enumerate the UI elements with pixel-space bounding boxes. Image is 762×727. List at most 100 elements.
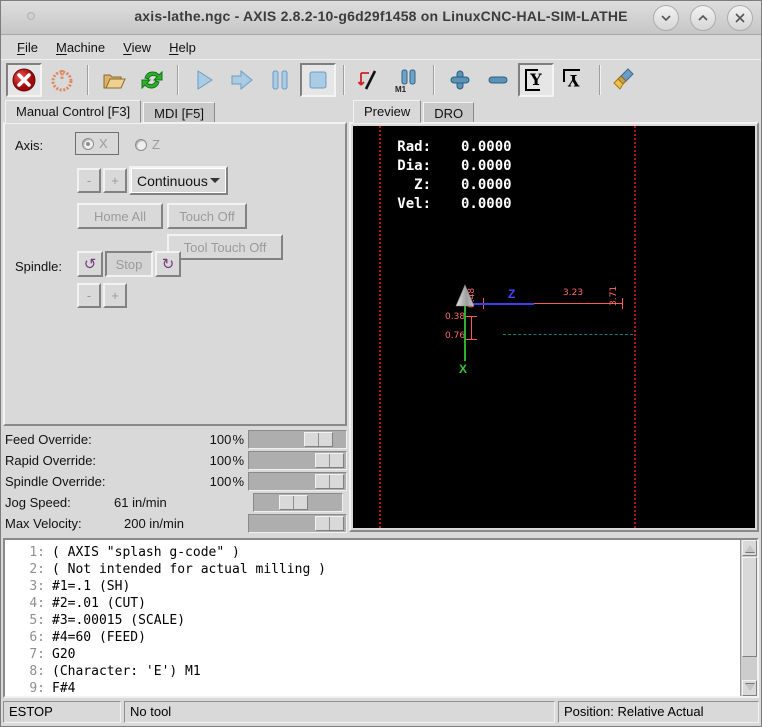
jog-minus-button[interactable]: - <box>77 168 101 193</box>
reload-file-button[interactable] <box>134 63 170 97</box>
gcode-line[interactable]: 2:( Not intended for actual milling ) <box>5 561 757 578</box>
reload-file-icon <box>139 67 165 93</box>
gcode-line[interactable]: 1:( AXIS "splash g-code" ) <box>5 544 757 561</box>
spindle-forward-button[interactable]: ↻ <box>155 251 181 277</box>
view-y-button[interactable]: Y <box>518 63 554 97</box>
toggle-skip-lines-button[interactable] <box>352 63 388 97</box>
menu-help[interactable]: Help <box>161 37 204 58</box>
close-button[interactable] <box>727 5 753 31</box>
slider-handle[interactable] <box>304 432 333 447</box>
status-position: Position: Relative Actual <box>558 701 759 723</box>
gcode-line[interactable]: 9:F#4 <box>5 680 757 697</box>
spindle-override-slider[interactable] <box>248 472 347 491</box>
preview-canvas[interactable]: Rad:0.0000 Dia:0.0000 Z:0.0000 Vel:0.000… <box>353 126 755 528</box>
axis-radio-x[interactable]: X <box>82 136 108 151</box>
menu-file[interactable]: File <box>9 37 46 58</box>
menu-bar: File Machine View Help <box>1 36 761 59</box>
view-y-icon: Y <box>525 68 547 92</box>
gcode-listing[interactable]: 1:( AXIS "splash g-code" ) 2:( Not inten… <box>3 538 759 698</box>
maximize-button[interactable] <box>690 5 716 31</box>
jog-increment-dropdown[interactable]: Continuous <box>129 166 228 195</box>
pause-icon <box>267 67 293 93</box>
jog-speed-slider[interactable] <box>253 493 343 512</box>
tab-dro[interactable]: DRO <box>423 102 474 123</box>
skip-lines-icon <box>357 67 383 93</box>
toolbar-separator <box>177 65 179 95</box>
open-file-button[interactable] <box>96 63 132 97</box>
zoom-out-button[interactable] <box>480 63 516 97</box>
scroll-down-button[interactable] <box>742 680 757 696</box>
preview-tab-row: Preview DRO <box>353 100 476 123</box>
gcode-line[interactable]: 8:(Character: 'E') M1 <box>5 663 757 680</box>
spindle-override-label: Spindle Override: <box>5 474 105 489</box>
run-program-button[interactable] <box>186 63 222 97</box>
preview-panel: Rad:0.0000 Dia:0.0000 Z:0.0000 Vel:0.000… <box>349 122 759 532</box>
manual-control-panel: Axis: X Z - + Continuous Home All Touch … <box>3 122 347 426</box>
gcode-line[interactable]: 4:#2=.01 (CUT) <box>5 595 757 612</box>
triangle-down-icon <box>745 684 755 696</box>
slider-handle[interactable] <box>315 516 344 531</box>
view-y-inverted-button[interactable]: Y <box>556 63 592 97</box>
z-span-dim: 3.23 <box>563 288 583 298</box>
app-window: axis-lathe.ngc - AXIS 2.8.2-10-g6d29f145… <box>0 0 762 727</box>
scrollbar-thumb[interactable] <box>742 557 757 657</box>
maximize-icon <box>698 15 708 21</box>
spindle-minus-button[interactable]: - <box>77 283 101 308</box>
step-line-button[interactable] <box>224 63 260 97</box>
pause-program-button[interactable] <box>262 63 298 97</box>
spindle-stop-button[interactable]: Stop <box>105 251 153 277</box>
rapid-override-slider[interactable] <box>248 451 347 470</box>
feed-override-slider[interactable] <box>248 430 347 449</box>
max-velocity-label: Max Velocity: <box>5 516 82 531</box>
feed-override-row: Feed Override: 100 % <box>1 429 348 450</box>
touch-off-button[interactable]: Touch Off <box>167 203 247 229</box>
spindle-override-value: 100 % <box>210 474 244 489</box>
estop-button[interactable] <box>6 63 42 97</box>
window-title: axis-lathe.ngc - AXIS 2.8.2-10-g6d29f145… <box>1 8 761 24</box>
gcode-line[interactable]: 3:#1=.1 (SH) <box>5 578 757 595</box>
zoom-in-button[interactable] <box>442 63 478 97</box>
tool-cone-icon <box>454 284 476 308</box>
tab-manual-control[interactable]: Manual Control [F3] <box>5 100 141 123</box>
gcode-line[interactable]: 6:#4=60 (FEED) <box>5 629 757 646</box>
radio-unselected-icon <box>135 139 147 151</box>
slider-handle[interactable] <box>279 495 308 510</box>
limit-line-left <box>379 126 381 528</box>
gcode-line[interactable]: 5:#3=.00015 (SCALE) <box>5 612 757 629</box>
x-extent-line <box>471 316 472 340</box>
machine-power-button[interactable] <box>44 63 80 97</box>
z-end-dim: 3.71 <box>609 286 619 306</box>
toolbar-separator <box>87 65 89 95</box>
spindle-reverse-button[interactable]: ↺ <box>77 251 103 277</box>
slider-handle[interactable] <box>315 474 344 489</box>
home-all-button[interactable]: Home All <box>77 203 163 229</box>
x-lower-dim: 0.76 <box>445 331 465 341</box>
scroll-up-button[interactable] <box>742 540 757 556</box>
stop-program-button[interactable] <box>300 63 336 97</box>
machine-power-icon <box>49 67 75 93</box>
feed-override-label: Feed Override: <box>5 432 92 447</box>
x-axis-label: X <box>459 362 467 376</box>
minimize-button[interactable] <box>653 5 679 31</box>
jog-plus-button[interactable]: + <box>103 168 127 193</box>
dro-readout: Rad:0.0000 Dia:0.0000 Z:0.0000 Vel:0.000… <box>393 138 512 214</box>
max-velocity-slider[interactable] <box>248 514 347 533</box>
tab-preview[interactable]: Preview <box>353 100 421 123</box>
view-y-inverted-icon: Y <box>563 68 585 92</box>
title-bar[interactable]: axis-lathe.ngc - AXIS 2.8.2-10-g6d29f145… <box>1 1 761 35</box>
max-velocity-row: Max Velocity: 200 in/min <box>1 513 348 534</box>
menu-view[interactable]: View <box>115 37 159 58</box>
gcode-line[interactable]: 7:G20 <box>5 646 757 663</box>
optional-stop-button[interactable]: M1 <box>390 63 426 97</box>
axis-radio-z[interactable]: Z <box>135 137 160 152</box>
tab-mdi[interactable]: MDI [F5] <box>143 102 215 123</box>
tool-touch-off-button[interactable]: Tool Touch Off <box>167 234 283 260</box>
menu-machine[interactable]: Machine <box>48 37 113 58</box>
left-tab-row: Manual Control [F3] MDI [F5] <box>5 100 217 123</box>
feed-override-value: 100 % <box>210 432 244 447</box>
clear-plot-button[interactable] <box>608 63 644 97</box>
spindle-plus-button[interactable]: + <box>103 283 127 308</box>
slider-handle[interactable] <box>315 453 344 468</box>
gcode-scrollbar[interactable] <box>740 540 757 696</box>
jog-speed-label: Jog Speed: <box>5 495 71 510</box>
